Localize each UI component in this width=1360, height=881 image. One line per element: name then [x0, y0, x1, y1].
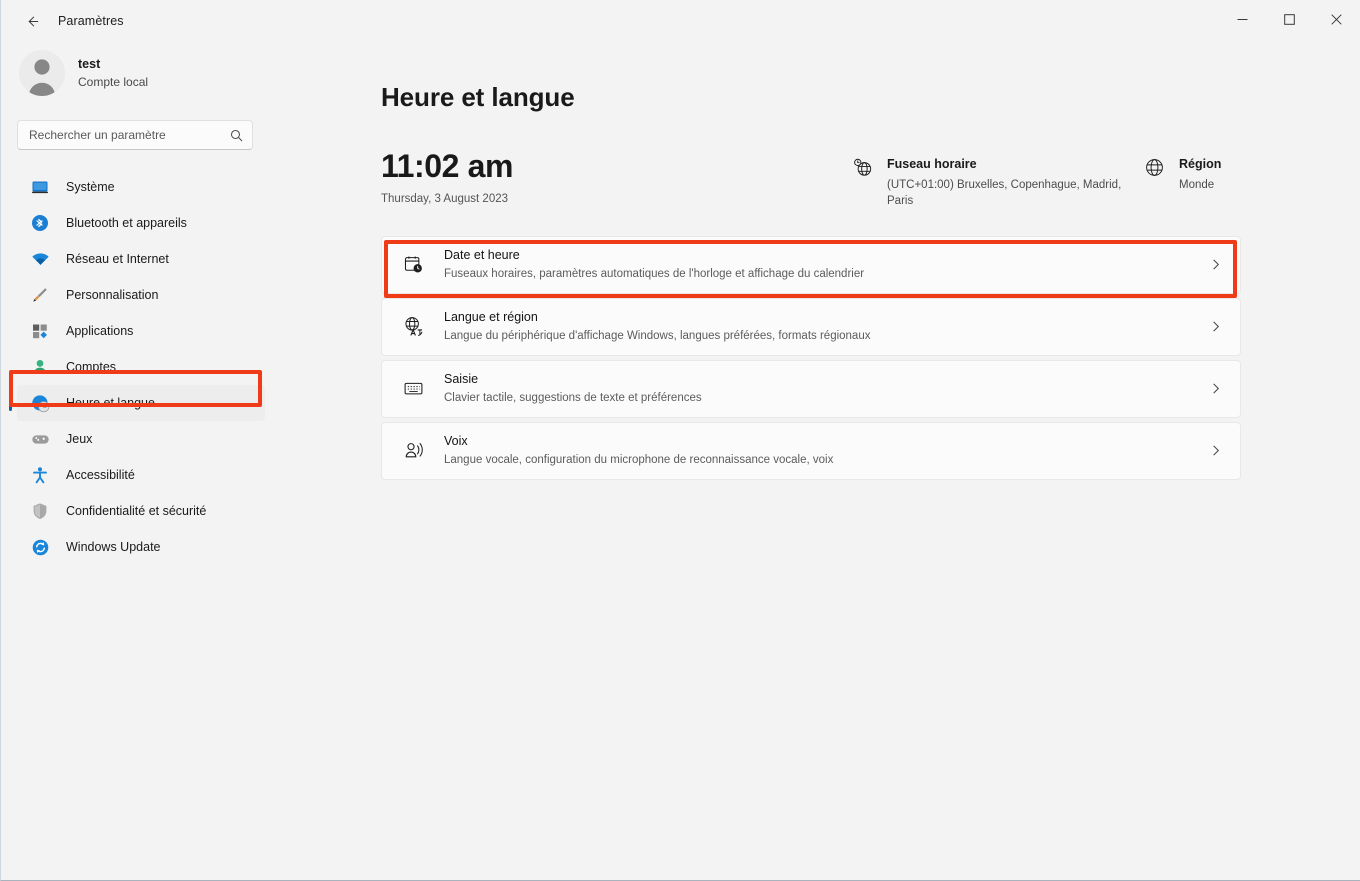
card-title: Date et heure [444, 247, 520, 262]
settings-card-saisie[interactable]: Saisie Clavier tactile, suggestions de t… [381, 359, 1241, 418]
brush-icon [29, 284, 51, 306]
sidebar-item-reseau-et-internet[interactable]: Réseau et Internet [17, 241, 265, 277]
sidebar-item-applications[interactable]: Applications [17, 313, 265, 349]
timezone-label: Fuseau horaire [887, 157, 977, 171]
card-title: Saisie [444, 371, 479, 386]
minimize-button[interactable] [1219, 0, 1266, 42]
sidebar-item-label: Confidentialité et sécurité [66, 504, 207, 518]
gamepad-icon [29, 428, 51, 450]
monitor-icon [29, 176, 51, 198]
card-subtitle: Fuseaux horaires, paramètres automatique… [444, 267, 865, 280]
current-time: 11:02 am [381, 148, 514, 184]
wifi-icon [29, 248, 51, 270]
shield-icon [29, 500, 51, 522]
timezone-value: (UTC+01:00) Bruxelles, Copenhague, Madri… [887, 178, 1122, 207]
clock-row: 11:02 am Thursday, 3 August 2023 Fuseau … [381, 150, 1241, 209]
sidebar-item-systeme[interactable]: Système [17, 169, 265, 205]
back-arrow-icon [25, 14, 40, 29]
account-name: test [78, 56, 101, 71]
search-box[interactable] [17, 120, 253, 150]
sidebar: test Compte local Rechercher un paramètr… [1, 42, 281, 880]
sidebar-item-confidentialite-et-securite[interactable]: Confidentialité et sécurité [17, 493, 265, 529]
sidebar-nav: Système Bluetooth et appareils Réseau et… [1, 169, 281, 565]
sidebar-item-personnalisation[interactable]: Personnalisation [17, 277, 265, 313]
settings-card-langue-et-region[interactable]: Langue et région Langue du périphérique … [381, 297, 1241, 356]
close-icon [1331, 12, 1342, 30]
clock-globe-icon [29, 392, 51, 414]
account-block[interactable]: test Compte local [19, 50, 281, 96]
maximize-button[interactable] [1266, 0, 1313, 42]
settings-card-list: Date et heure Fuseaux horaires, paramètr… [381, 235, 1241, 480]
chevron-right-icon[interactable] [1209, 258, 1224, 271]
user-avatar-icon [19, 50, 65, 96]
maximize-icon [1284, 12, 1295, 30]
back-button[interactable] [15, 5, 49, 37]
minimize-icon [1237, 12, 1248, 30]
card-subtitle: Clavier tactile, suggestions de texte et… [444, 391, 702, 404]
sidebar-item-bluetooth-et-appareils[interactable]: Bluetooth et appareils [17, 205, 265, 241]
sidebar-item-label: Accessibilité [66, 468, 135, 482]
clock-block: 11:02 am Thursday, 3 August 2023 [381, 150, 851, 205]
settings-window: Paramètres test Compte local Rechercher … [0, 0, 1360, 881]
settings-card-date-et-heure[interactable]: Date et heure Fuseaux horaires, paramètr… [381, 235, 1241, 294]
sidebar-item-comptes[interactable]: Comptes [17, 349, 265, 385]
sidebar-item-heure-et-langue[interactable]: Heure et langue [9, 385, 265, 421]
main-content: Heure et langue 11:02 am Thursday, 3 Aug… [281, 42, 1360, 880]
speech-icon [396, 440, 430, 461]
clock-globe-icon [851, 158, 873, 177]
region-value: Monde [1179, 178, 1215, 191]
timezone-info: Fuseau horaire (UTC+01:00) Bruxelles, Co… [851, 150, 1143, 209]
avatar [19, 50, 65, 96]
sidebar-item-label: Heure et langue [66, 396, 155, 410]
account-type: Compte local [78, 74, 149, 89]
card-subtitle: Langue vocale, configuration du micropho… [444, 453, 834, 466]
bluetooth-icon [29, 212, 51, 234]
chevron-right-icon[interactable] [1209, 382, 1224, 395]
sidebar-item-label: Comptes [66, 360, 117, 374]
chevron-right-icon[interactable] [1209, 320, 1224, 333]
sidebar-item-jeux[interactable]: Jeux [17, 421, 265, 457]
page-title: Heure et langue [381, 82, 575, 112]
window-controls [1219, 0, 1360, 42]
current-date: Thursday, 3 August 2023 [381, 193, 509, 205]
window-body: test Compte local Rechercher un paramètr… [1, 42, 1360, 880]
globe-icon [1143, 158, 1165, 177]
person-icon [29, 356, 51, 378]
settings-card-voix[interactable]: Voix Langue vocale, configuration du mic… [381, 421, 1241, 480]
card-title: Langue et région [444, 309, 538, 324]
sidebar-item-label: Système [66, 180, 115, 194]
search-icon[interactable] [230, 129, 243, 142]
calendar-clock-icon [396, 254, 430, 275]
sidebar-item-accessibilite[interactable]: Accessibilité [17, 457, 265, 493]
sidebar-item-windows-update[interactable]: Windows Update [17, 529, 265, 565]
sidebar-item-label: Applications [66, 324, 134, 338]
region-info: Région Monde [1143, 150, 1221, 193]
keyboard-icon [396, 378, 430, 399]
region-label: Région [1179, 157, 1222, 171]
sidebar-item-label: Windows Update [66, 540, 161, 554]
close-button[interactable] [1313, 0, 1360, 42]
sidebar-item-label: Bluetooth et appareils [66, 216, 187, 230]
title-bar: Paramètres [1, 0, 1360, 42]
card-subtitle: Langue du périphérique d'affichage Windo… [444, 329, 871, 342]
sidebar-item-label: Personnalisation [66, 288, 159, 302]
sidebar-item-label: Réseau et Internet [66, 252, 169, 266]
sidebar-item-label: Jeux [66, 432, 93, 446]
apps-icon [29, 320, 51, 342]
accessibility-icon [29, 464, 51, 486]
chevron-right-icon[interactable] [1209, 444, 1224, 457]
update-icon [29, 536, 51, 558]
language-globe-icon [396, 316, 430, 337]
app-title: Paramètres [58, 14, 124, 28]
search-input[interactable] [29, 128, 230, 142]
card-title: Voix [444, 433, 468, 448]
